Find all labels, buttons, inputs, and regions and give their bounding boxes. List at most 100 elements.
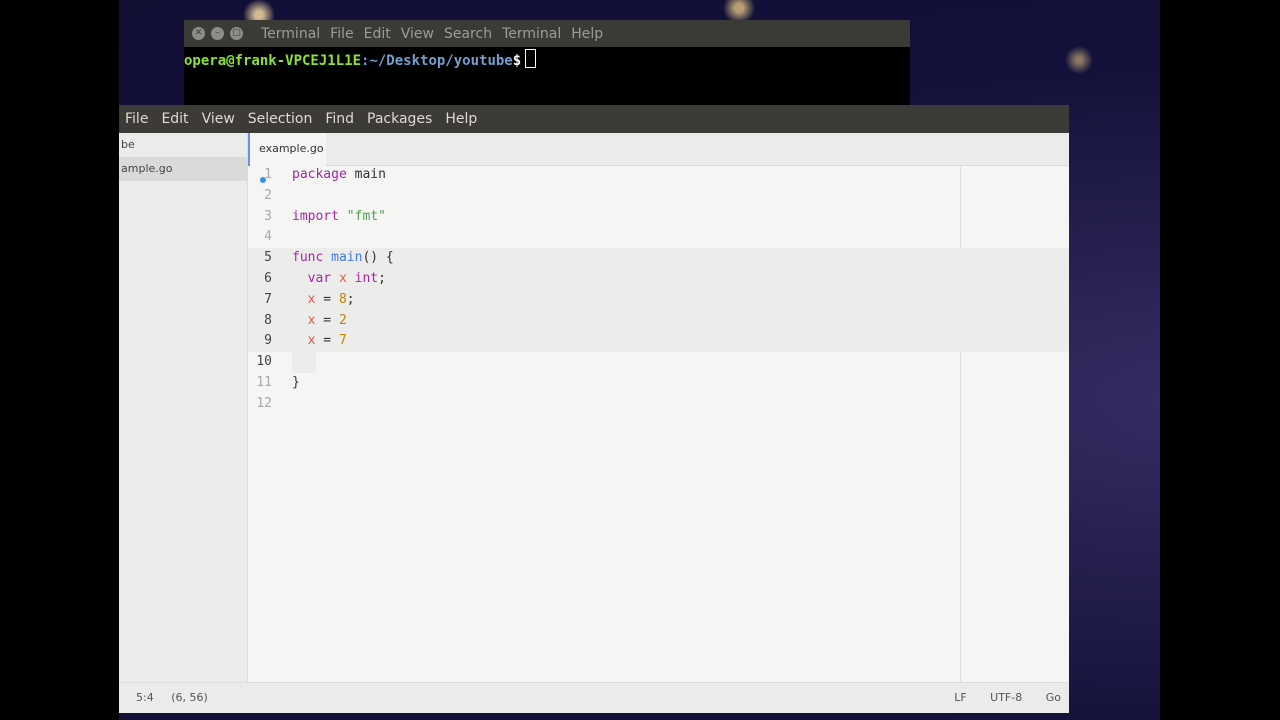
token: 8 [338,291,347,307]
terminal-menu-terminal[interactable]: Terminal [502,26,561,42]
code-line[interactable]: 7 x = 8; [248,289,1069,311]
terminal-output[interactable]: opera@frank-VPCEJ1L1E:~/Desktop/youtube$ [184,47,910,71]
encoding-selector[interactable]: UTF-8 [990,691,1022,704]
token: import [292,208,339,224]
code-line[interactable]: 4 [248,227,1069,248]
close-window-button[interactable]: ✕ [192,27,205,40]
code-line[interactable]: 1 package main [248,165,1069,186]
token: var [307,270,332,286]
code-text: x = 7 [292,331,347,352]
terminal-menu-title[interactable]: Terminal [261,26,320,42]
minimize-window-button[interactable]: – [211,27,224,40]
line-number: 5 [264,250,272,266]
terminal-menubar: Terminal File Edit View Search Terminal … [261,26,613,42]
terminal-menu-file[interactable]: File [330,26,353,42]
prompt-path: :~/Desktop/youtube [361,53,513,69]
line-number: 9 [264,333,272,349]
code-text: package main [292,165,386,186]
code-line[interactable]: 12 [248,394,1069,415]
code-text: x = 8; [292,290,355,311]
code-line[interactable]: 3 import "fmt" [248,207,1069,228]
token: main [331,250,363,266]
token: () { [362,250,394,266]
tree-item-file[interactable]: ample.go [119,157,247,181]
tree-item-folder[interactable]: be [119,133,247,157]
maximize-window-button[interactable]: ▢ [230,27,243,40]
project-tree[interactable]: be ample.go [119,133,248,683]
menu-help[interactable]: Help [445,111,477,127]
menu-view[interactable]: View [202,111,235,127]
minimize-icon: – [215,28,220,38]
code-line[interactable]: 9 x = 7 [248,331,1069,353]
token: main [346,167,386,182]
indent-marker [292,352,316,373]
terminal-window[interactable]: ✕ – ▢ Terminal File Edit View Search Ter… [184,20,910,106]
line-number: 12 [256,395,272,411]
code-text: var x int; [292,269,386,290]
status-left: 5:4 (6, 56) [136,683,222,713]
menu-selection[interactable]: Selection [248,111,313,127]
terminal-menu-help[interactable]: Help [571,26,603,42]
terminal-cursor [525,49,537,68]
line-number: 7 [264,291,272,307]
line-number: 8 [264,312,272,328]
line-number: 10 [256,354,272,370]
menu-find[interactable]: Find [325,111,354,127]
editor-menubar: File Edit View Selection Find Packages H… [119,105,1069,133]
line-number: 11 [256,374,272,390]
status-right: LF UTF-8 Go [934,683,1061,713]
code-line[interactable]: 11 } [248,373,1069,394]
grammar-selector[interactable]: Go [1046,691,1061,704]
tab-label: example.go [259,142,324,155]
cursor-position[interactable]: 5:4 [136,691,154,704]
terminal-menu-edit[interactable]: Edit [364,26,391,42]
terminal-titlebar[interactable]: ✕ – ▢ Terminal File Edit View Search Ter… [184,20,910,47]
token: x [338,270,347,286]
code-line[interactable]: 2 [248,186,1069,207]
tab-bar: example.go [248,133,1069,183]
line-number: 2 [264,187,272,203]
close-icon: ✕ [194,28,203,38]
screen-border [1160,0,1280,720]
line-number: 6 [264,270,272,286]
terminal-menu-search[interactable]: Search [444,26,492,42]
token: 7 [338,333,347,349]
token: = [315,333,339,349]
editor-window[interactable]: File Edit View Selection Find Packages H… [119,105,1069,713]
token: = [315,312,339,328]
line-number: 3 [264,208,272,224]
menu-packages[interactable]: Packages [367,111,432,127]
code-line[interactable]: 10 [248,352,1069,373]
token: } [292,374,300,390]
menu-edit[interactable]: Edit [161,111,188,127]
line-number: 4 [264,229,272,245]
menu-file[interactable]: File [125,111,148,127]
token: int [354,270,379,286]
terminal-menu-view[interactable]: View [401,26,434,42]
code-text: } [292,373,300,394]
code-line[interactable]: 6 var x int; [248,268,1069,290]
line-ending-selector[interactable]: LF [954,691,966,704]
line-number: 1 [264,167,272,182]
code-text: import "fmt" [292,207,386,228]
token: func [292,250,324,266]
code-editor[interactable]: 1 package main 2 3 import "fmt" 4 5 func… [248,165,1069,683]
token: ; [378,270,386,286]
selection-count[interactable]: (6, 56) [171,691,208,704]
status-bar: 5:4 (6, 56) LF UTF-8 Go [119,682,1069,713]
code-line[interactable]: 5 func main() { [248,248,1069,269]
token: 2 [338,312,347,328]
token: ; [346,291,355,307]
tab-example-go[interactable]: example.go [248,133,326,183]
token: = [315,291,339,307]
token: package [292,167,347,182]
code-line[interactable]: 8 x = 2 [248,310,1069,332]
